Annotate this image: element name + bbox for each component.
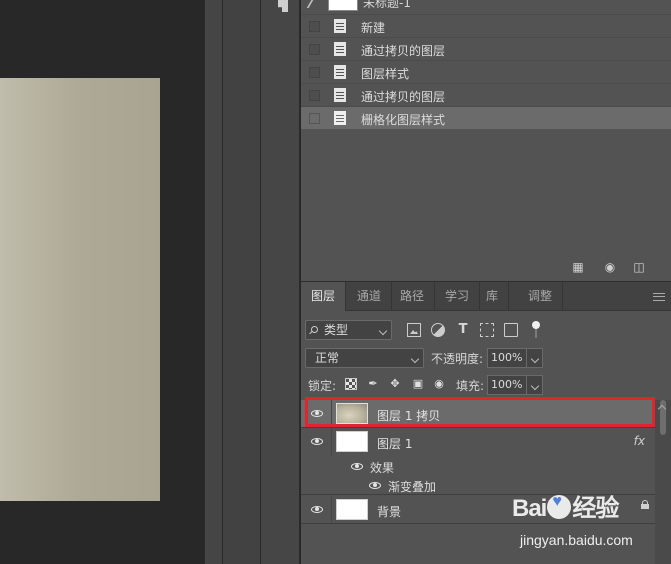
pixel-layer-filter-icon[interactable]	[407, 323, 421, 337]
layer-row[interactable]: 图层 1 fx	[301, 428, 655, 456]
lock-position-icon[interactable]: ✥	[389, 378, 401, 390]
effect-item-row[interactable]: 渐变叠加	[301, 476, 655, 495]
history-checkbox[interactable]	[309, 21, 320, 32]
document-icon	[334, 88, 346, 102]
layer-thumbnail[interactable]	[336, 431, 368, 452]
scrollbar[interactable]	[655, 400, 671, 564]
history-item-label: 栅格化图层样式	[361, 113, 446, 127]
filter-toggle-icon[interactable]	[532, 321, 540, 338]
tab-adjustments[interactable]: 调整	[518, 282, 564, 311]
smart-object-filter-icon[interactable]	[504, 323, 518, 337]
history-checkbox[interactable]	[309, 90, 320, 101]
history-checkbox[interactable]	[309, 113, 320, 124]
panel-menu-icon[interactable]	[653, 293, 665, 301]
history-footer: ▦ ◉ ◫	[301, 255, 671, 281]
divider	[331, 496, 332, 523]
history-panel: 未标题-1 新建 通过拷贝的图层 图层样式 通过拷贝的图层 栅格化图层样式 ▦ …	[301, 0, 671, 281]
trash-icon[interactable]: ◫	[632, 261, 646, 273]
adjustment-layer-filter-icon[interactable]	[431, 323, 445, 337]
history-snapshot-row[interactable]: 未标题-1	[301, 0, 671, 14]
history-item[interactable]: 通过拷贝的图层	[301, 83, 671, 106]
snapshot-thumbnail	[328, 0, 358, 11]
fill-label: 填充:	[456, 379, 485, 393]
panel-tab-bar: 图层 通道 路径 学习 库 调整	[301, 282, 671, 311]
history-item-label: 通过拷贝的图层	[361, 44, 446, 58]
chevron-down-icon	[530, 381, 540, 391]
lock-icon	[641, 500, 649, 509]
fill-input[interactable]: 100%	[487, 375, 527, 395]
history-brush-icon[interactable]	[306, 0, 322, 8]
layer-thumbnail[interactable]	[336, 403, 368, 424]
tab-channels[interactable]: 通道	[347, 282, 393, 311]
collapsed-panel-strip	[260, 0, 300, 564]
history-item[interactable]: 新建	[301, 14, 671, 37]
history-item[interactable]: 通过拷贝的图层	[301, 37, 671, 60]
opacity-dropdown[interactable]	[527, 348, 543, 368]
tab-paths[interactable]: 路径	[390, 282, 436, 311]
layer-filter-select[interactable]: 类型	[305, 320, 392, 340]
lock-artboard-icon[interactable]: ▣	[412, 378, 424, 390]
effects-group-row[interactable]: 效果	[301, 457, 655, 476]
dock-strip	[222, 0, 260, 564]
layer-name[interactable]: 背景	[377, 503, 401, 520]
history-item-label: 图层样式	[361, 67, 410, 81]
fx-badge[interactable]: fx	[634, 434, 645, 448]
visibility-eye-icon[interactable]	[311, 506, 323, 513]
history-checkbox[interactable]	[309, 67, 320, 78]
history-item-label: 新建	[361, 21, 386, 35]
snapshot-label: 未标题-1	[363, 0, 411, 10]
layer-name[interactable]: 图层 1 拷贝	[377, 407, 440, 424]
lock-transparent-pixels-icon[interactable]	[345, 378, 357, 390]
layer-thumbnail[interactable]	[336, 499, 368, 520]
lock-label: 锁定:	[308, 379, 337, 393]
layers-list: 图层 1 拷贝 图层 1 fx 效果 渐变叠加 背景	[301, 400, 671, 564]
dock-strip	[204, 0, 222, 564]
document-icon	[334, 111, 346, 125]
opacity-label: 不透明度:	[431, 352, 484, 366]
history-item-label: 通过拷贝的图层	[361, 90, 446, 104]
shape-layer-filter-icon[interactable]	[480, 323, 494, 337]
chevron-down-icon	[530, 354, 540, 364]
layers-panel: 图层 通道 路径 学习 库 调整 类型 T 正常 不透明度: 100% 锁定: …	[301, 281, 671, 564]
document-icon	[334, 65, 346, 79]
canvas-area[interactable]	[0, 0, 204, 564]
tab-libraries[interactable]: 库	[476, 282, 510, 311]
chevron-down-icon	[410, 354, 420, 364]
blend-mode-value: 正常	[315, 351, 340, 365]
effect-item-label: 渐变叠加	[388, 480, 437, 494]
history-checkbox[interactable]	[309, 44, 320, 55]
document-icon	[334, 19, 346, 33]
visibility-eye-icon[interactable]	[311, 410, 323, 417]
effects-label: 效果	[370, 461, 395, 475]
visibility-eye-icon[interactable]	[369, 482, 381, 489]
visibility-eye-icon[interactable]	[311, 438, 323, 445]
opacity-input[interactable]: 100%	[487, 348, 527, 368]
document-image[interactable]	[0, 78, 160, 501]
lock-all-icon[interactable]: ◉	[433, 378, 445, 390]
chevron-down-icon	[378, 326, 388, 336]
lock-image-pixels-icon[interactable]: ✒	[367, 378, 379, 390]
blend-mode-select[interactable]: 正常	[305, 348, 424, 368]
divider	[331, 400, 332, 427]
divider	[331, 428, 332, 456]
visibility-eye-icon[interactable]	[351, 463, 363, 470]
filter-select-label: 类型	[324, 323, 349, 337]
tab-learn[interactable]: 学习	[435, 282, 481, 311]
history-item-selected[interactable]: 栅格化图层样式	[301, 106, 671, 129]
layer-row-selected[interactable]: 图层 1 拷贝	[301, 400, 655, 428]
new-document-from-state-icon[interactable]: ▦	[571, 261, 585, 273]
history-item[interactable]: 图层样式	[301, 60, 671, 83]
layer-row-background[interactable]: 背景	[301, 496, 655, 524]
tab-layers[interactable]: 图层	[301, 282, 347, 311]
fill-dropdown[interactable]	[527, 375, 543, 395]
camera-icon[interactable]: ◉	[603, 261, 617, 273]
type-layer-filter-icon[interactable]: T	[456, 323, 470, 337]
search-icon	[311, 326, 318, 333]
layer-name[interactable]: 图层 1	[377, 435, 412, 452]
document-icon	[334, 42, 346, 56]
